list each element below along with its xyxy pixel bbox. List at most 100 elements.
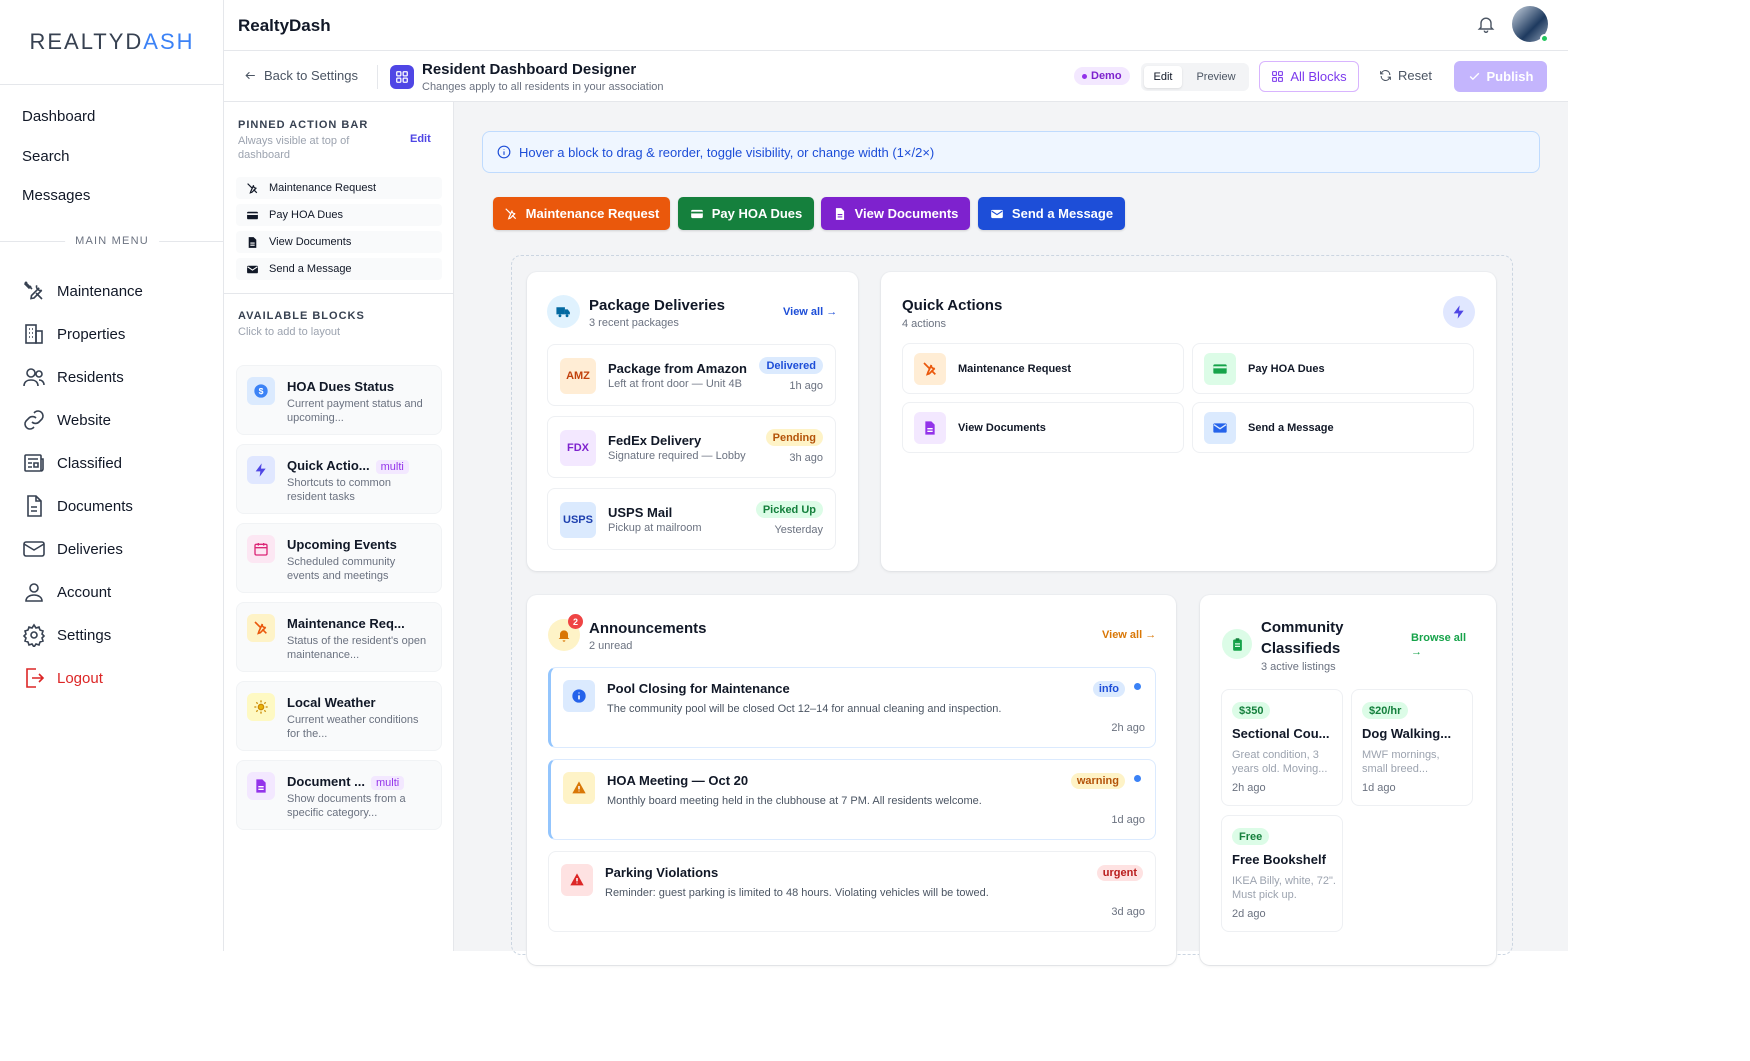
pinned-label: Maintenance Request [269, 182, 377, 194]
action-send-message[interactable]: Send a Message [978, 197, 1125, 230]
svg-text:$: $ [259, 386, 264, 396]
quick-action-maintenance[interactable]: Maintenance Request [902, 343, 1184, 394]
fedex-logo: FDX [560, 430, 596, 466]
pinned-item-view-documents[interactable]: View Documents [236, 231, 442, 253]
info-icon [497, 145, 511, 159]
nav-deliveries[interactable]: Deliveries [22, 536, 123, 562]
tools-icon [505, 207, 516, 220]
classified-listing[interactable]: $20/hr Dog Walking... MWF mornings, smal… [1351, 689, 1473, 806]
classified-listing[interactable]: $350 Sectional Cou... Great condition, 3… [1221, 689, 1343, 806]
block-maintenance-requests[interactable]: Maintenance Req... Status of the residen… [236, 602, 442, 672]
action-pay-hoa-dues[interactable]: Pay HOA Dues [678, 197, 814, 230]
nav-website[interactable]: Website [22, 407, 111, 433]
designer-title: Resident Dashboard Designer [422, 61, 637, 78]
nav-dashboard[interactable]: Dashboard [22, 108, 95, 125]
newspaper-icon [24, 454, 44, 472]
realtydash-logo[interactable]: REALTYD ASH [0, 0, 224, 85]
quick-action-pay-hoa[interactable]: Pay HOA Dues [1192, 343, 1474, 394]
designer-toolbar: Back to Settings Resident Dashboard Desi… [224, 51, 1568, 102]
listing-time: 1d ago [1362, 782, 1396, 794]
edit-mode-button[interactable]: Edit [1144, 66, 1182, 88]
action-view-documents[interactable]: View Documents [821, 197, 970, 230]
sun-icon [247, 693, 275, 721]
nav-settings[interactable]: Settings [22, 622, 111, 648]
envelope-icon [247, 265, 258, 273]
block-upcoming-events[interactable]: Upcoming Events Scheduled community even… [236, 523, 442, 593]
pinned-item-pay-hoa[interactable]: Pay HOA Dues [236, 204, 442, 226]
pinned-action-bar-subtitle: Always visible at top of dashboard [238, 135, 350, 161]
browse-all-arrow[interactable]: → [1411, 646, 1422, 658]
bell-icon[interactable] [1476, 14, 1496, 34]
announcement-item[interactable]: HOA Meeting — Oct 20 Monthly board meeti… [548, 759, 1156, 840]
all-blocks-button[interactable]: All Blocks [1259, 61, 1359, 92]
back-to-settings-link[interactable]: Back to Settings [244, 68, 358, 83]
credit-card-icon [1204, 353, 1236, 385]
top-header: RealtyDash [224, 0, 1568, 51]
package-item[interactable]: USPS USPS Mail Pickup at mailroom Picked… [547, 488, 836, 550]
nav-messages[interactable]: Messages [22, 187, 90, 204]
back-label: Back to Settings [264, 68, 358, 83]
publish-button[interactable]: Publish [1454, 61, 1547, 92]
nav-search[interactable]: Search [22, 148, 70, 165]
tools-icon [914, 353, 946, 385]
block-hoa-dues-status[interactable]: $ HOA Dues Status Current payment status… [236, 365, 442, 435]
quick-action-documents[interactable]: View Documents [902, 402, 1184, 453]
nav-label: Settings [57, 626, 112, 644]
nav-classified[interactable]: Classified [22, 450, 122, 476]
price-badge: $350 [1232, 702, 1271, 719]
package-item[interactable]: FDX FedEx Delivery Signature required — … [547, 416, 836, 478]
package-item[interactable]: AMZ Package from Amazon Left at front do… [547, 344, 836, 406]
users-icon [23, 368, 45, 387]
envelope-icon [1204, 412, 1236, 444]
tools-icon [247, 182, 258, 194]
action-maintenance-request[interactable]: Maintenance Request [493, 197, 670, 230]
grid-icon [390, 65, 414, 89]
quick-actions-card[interactable]: Quick Actions 4 actions Maintenance Requ… [881, 272, 1496, 571]
nav-documents[interactable]: Documents [22, 493, 133, 519]
announcements-card[interactable]: 2 Announcements 2 unread View all → Pool… [527, 595, 1176, 965]
reset-button[interactable]: Reset [1379, 68, 1432, 83]
announcement-item[interactable]: Parking Violations Reminder: guest parki… [548, 851, 1156, 932]
hint-banner: Hover a block to drag & reorder, toggle … [482, 131, 1540, 173]
block-documents[interactable]: Document ... multi Show documents from a … [236, 760, 442, 830]
quick-action-message[interactable]: Send a Message [1192, 402, 1474, 453]
calendar-icon [247, 535, 275, 563]
nav-label: Deliveries [57, 540, 123, 558]
available-blocks-title: AVAILABLE BLOCKS [238, 310, 365, 322]
multi-badge: multi [375, 460, 409, 474]
quick-action-label: View Documents [958, 422, 1046, 434]
classified-listing[interactable]: Free Free Bookshelf IKEA Billy, white, 7… [1221, 815, 1343, 932]
view-all-packages-link[interactable]: View all → [783, 306, 837, 318]
classifieds-card[interactable]: Community Classifieds 3 active listings … [1200, 595, 1496, 965]
nav-maintenance[interactable]: Maintenance [22, 278, 143, 304]
publish-label: Publish [1486, 69, 1534, 84]
nav-properties[interactable]: Properties [22, 321, 125, 347]
card-subtitle: 4 actions [902, 318, 947, 330]
preview-mode-button[interactable]: Preview [1191, 66, 1241, 88]
listing-desc: Great condition, 3 years old. Moving... [1232, 749, 1328, 775]
status-badge: Delivered [759, 357, 823, 374]
block-local-weather[interactable]: Local Weather Current weather conditions… [236, 681, 442, 751]
left-navigation: REALTYD ASH Dashboard Search Messages MAI… [0, 0, 224, 951]
info-tag: info [1092, 681, 1125, 697]
pinned-item-maintenance[interactable]: Maintenance Request [236, 177, 442, 199]
truck-icon [547, 295, 580, 328]
package-deliveries-card[interactable]: Package Deliveries 3 recent packages Vie… [527, 272, 858, 571]
online-status-dot [1540, 34, 1549, 43]
nav-residents[interactable]: Residents [22, 364, 124, 390]
nav-account[interactable]: Account [22, 579, 111, 605]
browse-all-link[interactable]: Browse all [1411, 632, 1466, 644]
listing-time: 2h ago [1232, 782, 1266, 794]
card-subtitle: 2 unread [589, 640, 633, 652]
avatar[interactable] [1512, 6, 1549, 43]
nav-logout[interactable]: Logout [22, 665, 103, 691]
nav-label: Maintenance [57, 282, 143, 300]
announcement-item[interactable]: Pool Closing for Maintenance The communi… [548, 667, 1156, 748]
block-quick-actions[interactable]: Quick Actio... multi Shortcuts to common … [236, 444, 442, 514]
edit-pinned-button[interactable]: Edit [410, 133, 431, 145]
announcement-title: Parking Violations [605, 865, 719, 880]
view-all-announcements-link[interactable]: View all → [1102, 629, 1156, 641]
divider [377, 65, 378, 89]
building-icon [25, 324, 43, 344]
pinned-item-send-message[interactable]: Send a Message [236, 258, 442, 280]
